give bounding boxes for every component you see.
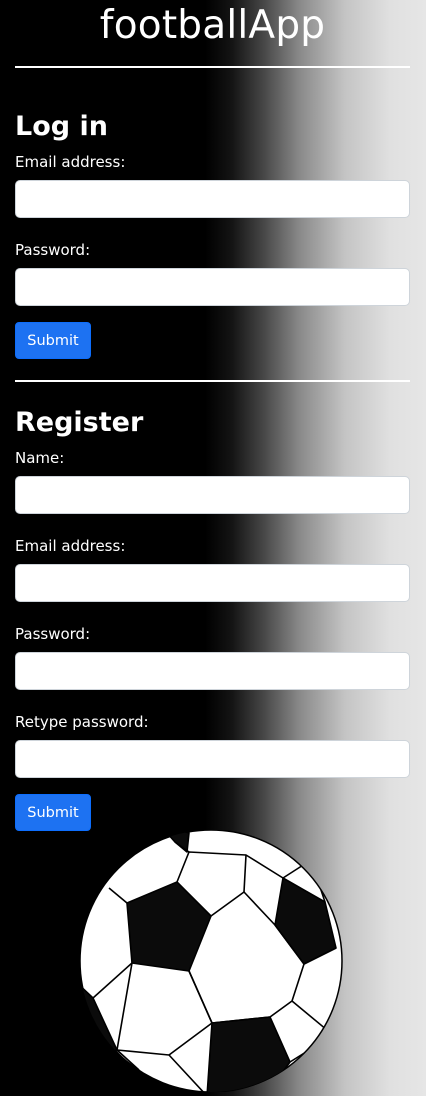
register-email-input[interactable] bbox=[15, 564, 410, 602]
login-form: Log in Email address: Password: Submit bbox=[15, 110, 410, 359]
login-email-input[interactable] bbox=[15, 180, 410, 218]
register-name-label: Name: bbox=[15, 449, 65, 467]
page-container: footballApp Log in Email address: Passwo… bbox=[15, 0, 410, 831]
login-email-label: Email address: bbox=[15, 153, 126, 171]
login-password-label: Password: bbox=[15, 241, 91, 259]
app-title: footballApp bbox=[99, 3, 326, 48]
section-divider bbox=[15, 380, 410, 382]
register-heading: Register bbox=[15, 407, 144, 438]
register-retype-password-label: Retype password: bbox=[15, 713, 149, 731]
login-submit-button[interactable]: Submit bbox=[15, 322, 91, 359]
register-password-input[interactable] bbox=[15, 652, 410, 690]
soccer-ball-icon bbox=[79, 829, 349, 1093]
login-heading: Log in bbox=[15, 111, 108, 142]
register-submit-button[interactable]: Submit bbox=[15, 794, 91, 831]
register-password-label: Password: bbox=[15, 625, 91, 643]
register-retype-password-input[interactable] bbox=[15, 740, 410, 778]
register-email-label: Email address: bbox=[15, 537, 126, 555]
header-divider bbox=[15, 66, 410, 68]
register-name-input[interactable] bbox=[15, 476, 410, 514]
register-form: Register Name: Email address: Password: … bbox=[15, 406, 410, 831]
login-password-input[interactable] bbox=[15, 268, 410, 306]
